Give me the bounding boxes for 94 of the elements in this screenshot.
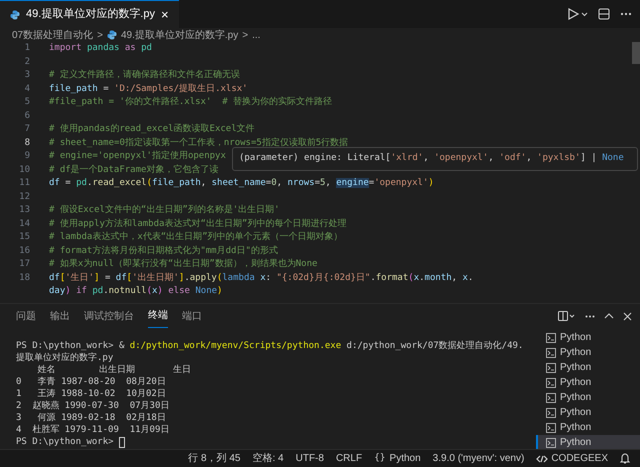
line-number: 11 xyxy=(18,177,30,190)
terminal-line: PS D:\python_work> xyxy=(16,436,536,448)
split-editor-icon[interactable] xyxy=(598,8,610,20)
language-mode[interactable]: {} Python xyxy=(374,451,421,466)
code-line: file_path = 'D:/Samples/提取生日.xlsx' xyxy=(48,82,248,96)
terminal-icon xyxy=(546,378,556,388)
terminal-list-item[interactable]: Python xyxy=(536,330,640,345)
terminal-list-item[interactable]: Python xyxy=(536,360,640,375)
chevron-up-icon[interactable] xyxy=(604,313,614,319)
code-line: day) if pd.notnull(x) else None) xyxy=(48,285,222,298)
line-number: 12 xyxy=(18,190,30,204)
python-file-icon xyxy=(10,10,20,20)
terminal-line: 提取单位对应的数字.py xyxy=(16,352,114,364)
line-number: 9 xyxy=(24,150,30,163)
terminal-icon xyxy=(546,438,556,448)
line-number: 8 xyxy=(24,136,30,150)
code-line: df['生日'] = df['出生日期'].apply(lambda x: "{:02d}月{:02d}日".format(x.month, x. xyxy=(48,272,474,284)
line-number: 16 xyxy=(18,244,30,258)
line-number: 2 xyxy=(24,56,30,68)
hover-tooltip: (parameter) engine: Literal['xlrd', 'openpyxl', 'odf', 'pyxlsb'] | None xyxy=(232,147,638,171)
line-number: 1 xyxy=(24,42,30,55)
code-line: #file_path = '你的文件路径.xlsx' # 替换为你的实际文件路径 xyxy=(48,96,332,109)
terminal-icon xyxy=(546,348,556,358)
split-terminal-icon[interactable] xyxy=(558,311,576,321)
terminal-list-item[interactable]: Python xyxy=(536,405,640,420)
panel-tab[interactable]: 终端 xyxy=(148,304,168,328)
terminal-cursor xyxy=(118,436,125,448)
line-number: 7 xyxy=(24,123,30,136)
panel-tab[interactable]: 问题 xyxy=(16,304,36,328)
panel-tab[interactable]: 端口 xyxy=(182,304,202,328)
code-line: # format方法将月份和日期格式化为"mm月dd日"的形式 xyxy=(48,244,278,258)
code-line: # lambda表达式中，x代表“出生日期”列中的单个元素（一个日期对象） xyxy=(48,231,343,244)
terminal-line: 2 赵晓燕 1990-07-30 07月30日 xyxy=(16,400,170,412)
close-icon[interactable] xyxy=(623,312,632,320)
terminal-list-item[interactable]: Python xyxy=(536,420,640,435)
panel-tab[interactable]: 调试控制台 xyxy=(84,304,134,328)
code-line: # df是一个DataFrame对象，它包含了读 xyxy=(48,164,218,176)
code-line: # sheet_name=0指定读取第一个工作表，nrows=5指定仅读取前5行数据 xyxy=(48,136,348,150)
line-number: 15 xyxy=(18,231,30,244)
bell-icon[interactable] xyxy=(620,453,630,464)
line-number: 14 xyxy=(18,218,30,230)
run-icon[interactable] xyxy=(568,8,588,20)
code-line: # 使用apply方法和lambda表达式对“出生日期”列中的每个日期进行处理 xyxy=(48,218,346,230)
breadcrumb-item[interactable]: 07数据处理自动化 xyxy=(12,28,94,42)
code-line: # 使用pandas的read_excel函数读取Excel文件 xyxy=(48,123,255,136)
terminal-line: 1 王涛 1988-10-02 10月02日 xyxy=(16,388,167,400)
code-line: # 定义文件路径，请确保路径和文件名正确无误 xyxy=(48,69,240,82)
status-item[interactable]: 行 8，列 45 xyxy=(188,451,240,466)
terminal-line: 3 何源 1989-02-18 02月18日 xyxy=(16,412,167,424)
terminal-list-item[interactable]: Python xyxy=(536,435,640,450)
close-button[interactable]: × xyxy=(160,8,169,21)
terminal-icon xyxy=(546,392,556,402)
breadcrumb-item[interactable]: ... xyxy=(252,28,260,42)
codegeex-status[interactable]: CODEGEEX xyxy=(536,451,608,466)
line-number: 13 xyxy=(18,204,30,217)
breadcrumb-item[interactable]: 49.提取单位对应的数字.py xyxy=(120,28,238,42)
breadcrumb-separator: > xyxy=(242,28,248,42)
terminal-icon xyxy=(546,408,556,418)
terminal-line: 0 李青 1987-08-20 08月20日 xyxy=(16,376,167,388)
code-line: import pandas as pd xyxy=(48,42,152,55)
terminal-icon xyxy=(546,362,556,372)
editor-tab[interactable]: 49.提取单位对应的数字.py × xyxy=(0,0,179,28)
terminal-icon xyxy=(546,332,556,342)
terminal-list-item[interactable]: Python xyxy=(536,345,640,360)
terminal-list-item[interactable]: Python xyxy=(536,390,640,405)
code-line: # 假设Excel文件中的“出生日期”列的名称是'出生日期' xyxy=(48,204,280,217)
line-number: 3 xyxy=(24,69,30,82)
terminal-icon xyxy=(546,422,556,432)
terminal-list-item[interactable]: Python xyxy=(536,375,640,390)
status-item[interactable]: 空格: 4 xyxy=(252,451,284,466)
line-number: 6 xyxy=(24,110,30,122)
tab-title: 49.提取单位对应的数字.py xyxy=(26,6,155,22)
status-item[interactable]: CRLF xyxy=(336,451,362,466)
scrollbar-thumb[interactable] xyxy=(632,42,640,64)
python-file-icon xyxy=(106,30,117,40)
breadcrumb-separator: > xyxy=(97,28,103,42)
terminal-line: 4 杜胜军 1979-11-09 11月09日 xyxy=(16,424,170,436)
terminal-line: 姓名 出生日期 生日 xyxy=(36,364,192,376)
line-number: 17 xyxy=(18,258,30,271)
code-line: # engine='openpyxl'指定使用openpyx xyxy=(48,150,226,163)
line-number: 5 xyxy=(24,96,30,109)
more-icon[interactable] xyxy=(585,314,595,318)
line-number: 18 xyxy=(18,272,30,284)
panel-tab[interactable]: 输出 xyxy=(50,304,70,328)
line-number: 4 xyxy=(24,82,30,96)
braces-icon: {} xyxy=(374,452,386,466)
code-line: # 如果x为null（即某行没有“出生日期”数据），则结果也为None xyxy=(48,258,318,271)
terminal-line: PS D:\python_work> & d:/python_work/myenv/Scripts/python.exe d:/python_work/07数据处理自动化/49. xyxy=(16,340,524,352)
line-number: 10 xyxy=(18,164,30,176)
code-line: df = pd.read_excel(file_path, sheet_name=0, nrows=5, engine='openpyxl') xyxy=(48,177,434,190)
more-icon[interactable] xyxy=(620,12,632,16)
code-brackets-icon xyxy=(536,454,548,462)
status-item[interactable]: UTF-8 xyxy=(296,451,324,466)
status-item[interactable]: 3.9.0 ('myenv': venv) xyxy=(432,451,524,466)
